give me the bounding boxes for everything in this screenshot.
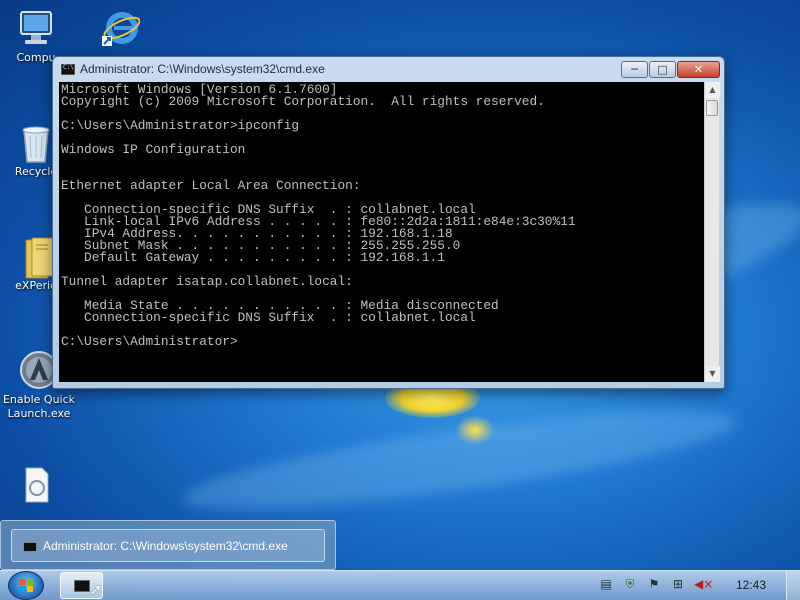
file-icon: [16, 464, 56, 504]
show-desktop-button[interactable]: [786, 571, 800, 600]
maximize-button[interactable]: □: [649, 61, 676, 78]
clock[interactable]: 12:43: [736, 578, 766, 592]
maximize-icon: □: [657, 63, 668, 76]
wallpaper-flare: [455, 415, 495, 445]
popup-window-title: Administrator: C:\Windows\system32\cmd.e…: [43, 539, 288, 553]
scroll-down-button[interactable]: ▼: [705, 366, 720, 382]
window-title: Administrator: C:\Windows\system32\cmd.e…: [80, 62, 325, 76]
vertical-scrollbar[interactable]: ▲ ▼: [704, 82, 720, 382]
cmd-icon: [23, 542, 37, 552]
console-output[interactable]: Microsoft Windows [Version 6.1.7600] Cop…: [59, 82, 704, 382]
cmd-window[interactable]: Administrator: C:\Windows\system32\cmd.e…: [52, 56, 725, 389]
computer-icon: [16, 8, 56, 48]
window-titlebar[interactable]: Administrator: C:\Windows\system32\cmd.e…: [53, 57, 724, 83]
mouse-cursor-icon: ➚: [89, 580, 103, 599]
security-icon[interactable]: ⛨: [622, 576, 638, 592]
close-button[interactable]: ✕: [677, 61, 720, 78]
windows-logo-icon: [20, 579, 34, 593]
cmd-icon: [61, 64, 75, 75]
volume-muted-icon[interactable]: ◀×: [694, 576, 713, 592]
internet-explorer-icon: [100, 8, 141, 48]
minimize-icon: ─: [631, 63, 638, 76]
popup-window-item[interactable]: Administrator: C:\Windows\system32\cmd.e…: [11, 529, 325, 562]
scroll-thumb[interactable]: [706, 100, 718, 116]
desktop-icon-internet-explorer[interactable]: [82, 8, 158, 51]
document-icon[interactable]: ▤: [598, 576, 614, 592]
folder-icon: [16, 236, 56, 279]
desktop-icon-file[interactable]: [0, 464, 74, 507]
minimize-button[interactable]: ─: [621, 61, 648, 78]
cmd-icon: [74, 580, 90, 592]
flag-icon[interactable]: ⚑: [646, 576, 662, 592]
close-icon: ✕: [693, 63, 704, 76]
network-icon[interactable]: ⊞: [670, 576, 686, 592]
scroll-up-button[interactable]: ▲: [705, 82, 720, 98]
console-text: Microsoft Windows [Version 6.1.7600] Cop…: [61, 82, 576, 349]
taskbar-thumbnail-popup: Administrator: C:\Windows\system32\cmd.e…: [0, 520, 336, 570]
recycle-bin-icon: [16, 122, 56, 163]
start-button[interactable]: [8, 571, 44, 600]
